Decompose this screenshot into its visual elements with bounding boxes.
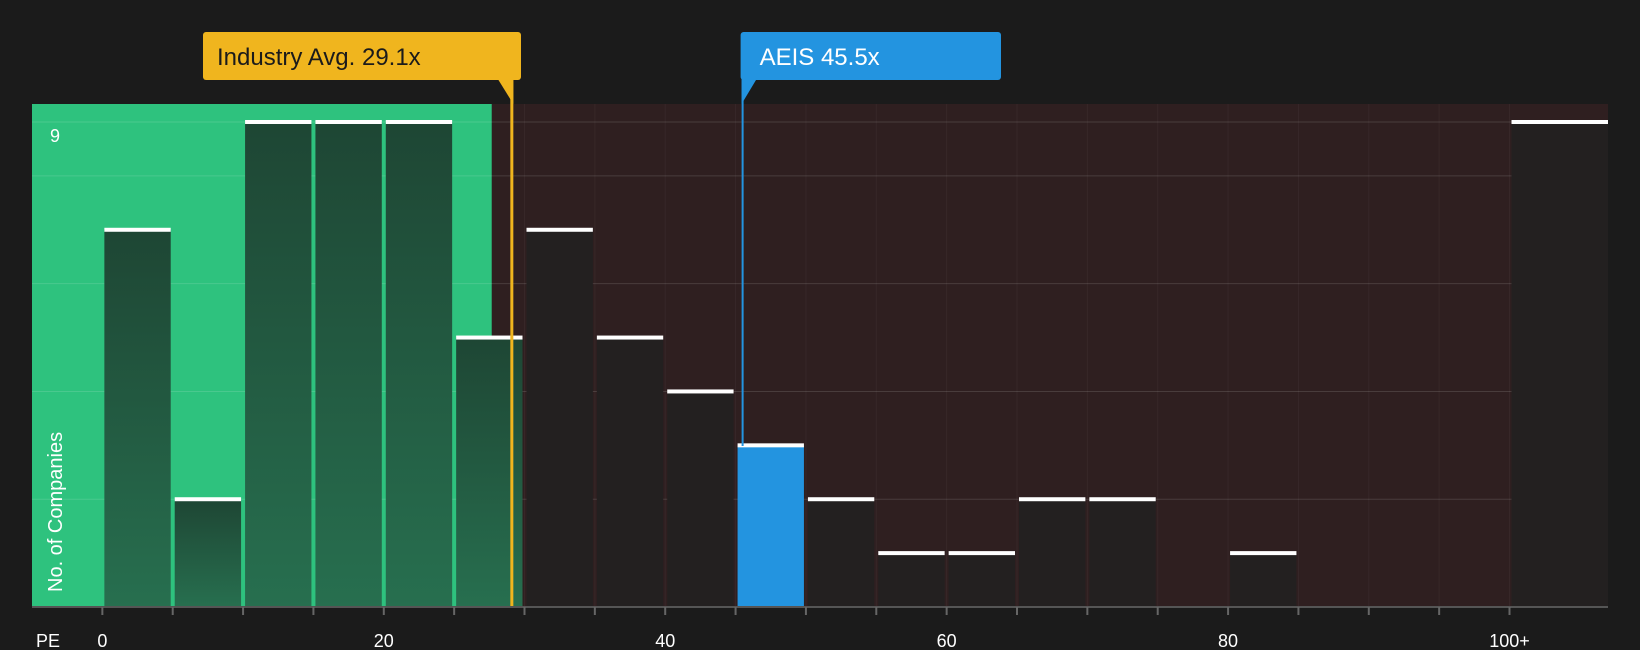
bin-bar xyxy=(104,229,171,607)
bin-bar-top xyxy=(1230,551,1297,556)
bin-bar xyxy=(948,553,1015,607)
bin-bar-top xyxy=(245,120,312,124)
x-tick-label: 80 xyxy=(1218,631,1238,650)
bin-bar-top xyxy=(807,497,875,502)
bin-bar-top xyxy=(104,227,171,232)
x-tick-label: 0 xyxy=(97,631,107,650)
bin-bar-top xyxy=(1089,497,1156,502)
company-bin-bar xyxy=(737,445,804,607)
x-axis-label: PE xyxy=(36,631,60,650)
x-tick-label: 100+ xyxy=(1489,631,1530,650)
bin-bar xyxy=(1511,122,1608,607)
bin-bar xyxy=(1089,499,1156,607)
bin-bar-top xyxy=(174,497,242,502)
bin-bar xyxy=(526,229,593,607)
bin-bar-top xyxy=(315,120,382,124)
bin-bar-top xyxy=(878,551,945,556)
bin-bar xyxy=(1019,499,1086,607)
bin-bar-top xyxy=(737,443,804,448)
pe-distribution-chart: Industry Avg. 29.1x AEIS 45.5x 0 20 40 60 80 1… xyxy=(0,0,1640,650)
bin-bar-top xyxy=(596,335,664,340)
bin-bar xyxy=(878,553,945,607)
bin-bar-top xyxy=(948,551,1015,556)
bin-bar xyxy=(596,337,664,607)
y-tick-label: 9 xyxy=(50,126,60,146)
company-pe-label: AEIS 45.5x xyxy=(760,44,880,71)
bin-bar-top xyxy=(667,389,734,394)
bin-bar xyxy=(245,122,312,607)
bin-bar-top xyxy=(385,120,453,124)
bin-bar xyxy=(315,122,382,607)
y-axis-label: No. of Companies xyxy=(45,432,67,592)
bin-bar-top xyxy=(1019,497,1086,502)
bin-bar xyxy=(174,499,242,607)
bin-bar-top xyxy=(526,227,593,232)
x-tick-label: 20 xyxy=(374,631,394,650)
x-tick-label: 60 xyxy=(937,631,957,650)
x-tick-label: 40 xyxy=(655,631,675,650)
bin-bar xyxy=(667,391,734,607)
bin-bar-top xyxy=(1511,120,1608,124)
bin-bar xyxy=(1230,553,1297,607)
bin-bar xyxy=(807,499,875,607)
industry-avg-label: Industry Avg. 29.1x xyxy=(217,44,421,71)
bin-bar xyxy=(385,122,453,607)
